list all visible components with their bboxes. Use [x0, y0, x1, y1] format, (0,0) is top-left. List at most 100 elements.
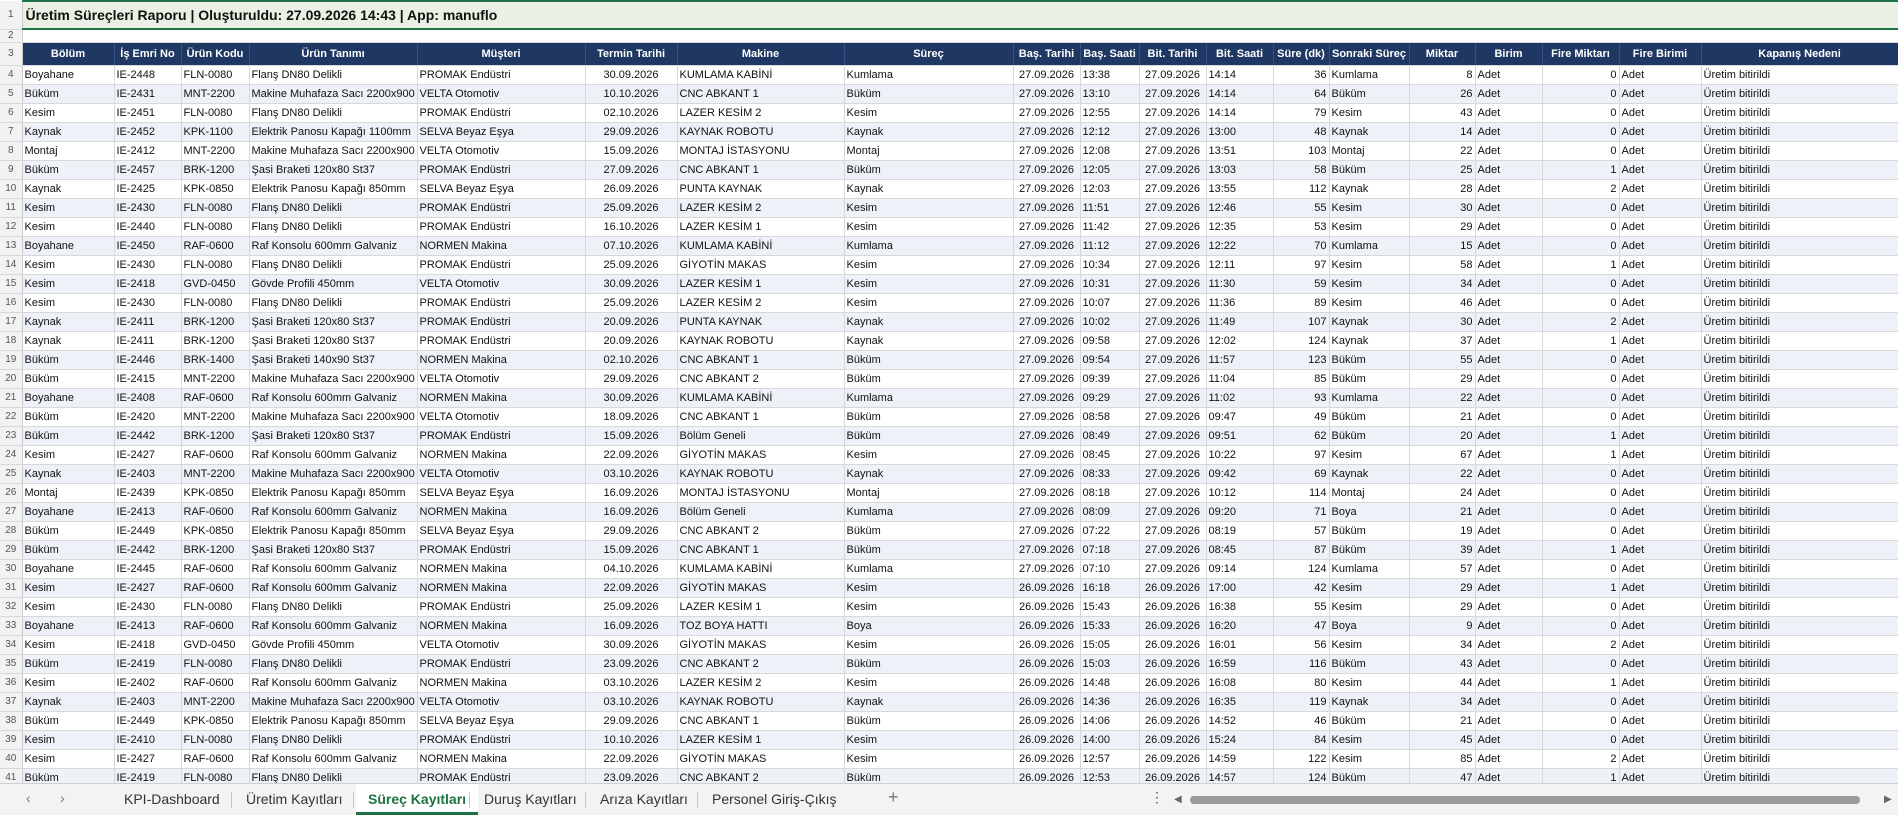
table-cell[interactable]: 20.09.2026	[585, 312, 678, 332]
table-cell[interactable]: Şasi Braketi 120x80 St37	[249, 160, 418, 180]
plus-icon[interactable]: +	[888, 787, 899, 808]
table-cell[interactable]: PROMAK Endüstri	[417, 331, 586, 351]
table-cell[interactable]: 2	[1542, 312, 1620, 332]
table-cell[interactable]: IE-2442	[114, 540, 182, 560]
table-cell[interactable]: IE-2442	[114, 426, 182, 446]
table-cell[interactable]: RAF-0600	[181, 445, 250, 465]
table-cell[interactable]: 103	[1273, 141, 1330, 161]
table-cell[interactable]: IE-2450	[114, 236, 182, 256]
table-cell[interactable]: IE-2403	[114, 464, 182, 484]
table-cell[interactable]: Büküm	[1329, 521, 1410, 541]
table-cell[interactable]: Adet	[1475, 65, 1543, 85]
table-cell[interactable]: Kaynak	[22, 179, 115, 199]
row-number[interactable]: 13	[0, 236, 23, 256]
table-cell[interactable]: Elektrik Panosu Kapağı 850mm	[249, 711, 418, 731]
table-cell[interactable]: 10:02	[1080, 312, 1140, 332]
table-cell[interactable]: Büküm	[22, 654, 115, 674]
table-cell[interactable]: Üretim bitirildi	[1701, 369, 1898, 389]
table-cell[interactable]: FLN-0080	[181, 293, 250, 313]
table-cell[interactable]: Adet	[1619, 65, 1702, 85]
table-cell[interactable]: 27.09.2026	[1139, 445, 1207, 465]
table-cell[interactable]: Kesim	[22, 730, 115, 750]
table-cell[interactable]: 1	[1542, 331, 1620, 351]
table-cell[interactable]: 47	[1409, 768, 1476, 783]
table-cell[interactable]: Kesim	[1329, 255, 1410, 275]
table-cell[interactable]: Büküm	[22, 426, 115, 446]
table-cell[interactable]: Flanş DN80 Delikli	[249, 654, 418, 674]
table-cell[interactable]: GVD-0450	[181, 635, 250, 655]
table-cell[interactable]: 13:55	[1206, 179, 1274, 199]
table-cell[interactable]: Şasi Braketi 120x80 St37	[249, 331, 418, 351]
table-cell[interactable]: Adet	[1619, 236, 1702, 256]
row-number[interactable]: 21	[0, 388, 23, 408]
table-cell[interactable]: LAZER KESİM 2	[677, 103, 845, 123]
table-cell[interactable]: IE-2448	[114, 65, 182, 85]
table-cell[interactable]: Adet	[1619, 426, 1702, 446]
table-cell[interactable]: 13:10	[1080, 84, 1140, 104]
table-cell[interactable]: Adet	[1619, 673, 1702, 693]
table-cell[interactable]: Kumlama	[1329, 236, 1410, 256]
table-cell[interactable]: Kesim	[844, 103, 1014, 123]
table-cell[interactable]: PROMAK Endüstri	[417, 217, 586, 237]
table-cell[interactable]: CNC ABKANT 1	[677, 711, 845, 731]
table-cell[interactable]: 49	[1273, 407, 1330, 427]
table-cell[interactable]: Kumlama	[844, 236, 1014, 256]
table-cell[interactable]: Adet	[1619, 350, 1702, 370]
table-cell[interactable]: IE-2449	[114, 711, 182, 731]
table-cell[interactable]: Üretim bitirildi	[1701, 255, 1898, 275]
table-cell[interactable]: 80	[1273, 673, 1330, 693]
table-cell[interactable]: 2	[1542, 179, 1620, 199]
table-cell[interactable]: 26.09.2026	[585, 179, 678, 199]
table-cell[interactable]: 27.09.2026	[1139, 160, 1207, 180]
row-number[interactable]: 27	[0, 502, 23, 522]
table-cell[interactable]: 55	[1409, 350, 1476, 370]
table-cell[interactable]: 27.09.2026	[1139, 540, 1207, 560]
table-cell[interactable]: Adet	[1475, 160, 1543, 180]
table-cell[interactable]: 27.09.2026	[1013, 369, 1081, 389]
table-cell[interactable]: 64	[1273, 84, 1330, 104]
table-cell[interactable]: 16.10.2026	[585, 217, 678, 237]
table-cell[interactable]: KPK-0850	[181, 483, 250, 503]
table-cell[interactable]: Kesim	[844, 217, 1014, 237]
table-cell[interactable]: Adet	[1619, 483, 1702, 503]
table-cell[interactable]: IE-2411	[114, 331, 182, 351]
table-cell[interactable]: Adet	[1475, 84, 1543, 104]
table-cell[interactable]: Kumlama	[1329, 388, 1410, 408]
table-cell[interactable]: Kesim	[844, 293, 1014, 313]
table-cell[interactable]: VELTA Otomotiv	[417, 141, 586, 161]
column-header[interactable]: Fire Miktarı	[1542, 42, 1620, 66]
table-cell[interactable]: CNC ABKANT 2	[677, 768, 845, 783]
table-cell[interactable]: IE-2430	[114, 255, 182, 275]
table-cell[interactable]: Şasi Braketi 120x80 St37	[249, 312, 418, 332]
table-cell[interactable]: Kesim	[844, 730, 1014, 750]
table-cell[interactable]: 34	[1409, 274, 1476, 294]
table-cell[interactable]: LAZER KESİM 1	[677, 597, 845, 617]
table-cell[interactable]: Kumlama	[1329, 559, 1410, 579]
table-cell[interactable]: Büküm	[1329, 540, 1410, 560]
table-cell[interactable]: 69	[1273, 464, 1330, 484]
table-cell[interactable]: PUNTA KAYNAK	[677, 312, 845, 332]
table-cell[interactable]: 16:35	[1206, 692, 1274, 712]
table-cell[interactable]: 27.09.2026	[1139, 293, 1207, 313]
table-cell[interactable]: 26.09.2026	[1013, 654, 1081, 674]
table-cell[interactable]: RAF-0600	[181, 388, 250, 408]
table-cell[interactable]: FLN-0080	[181, 768, 250, 783]
table-cell[interactable]: 1	[1542, 426, 1620, 446]
column-header[interactable]: Kapanış Nedeni	[1701, 42, 1898, 66]
table-cell[interactable]: Adet	[1475, 255, 1543, 275]
table-cell[interactable]: BRK-1400	[181, 350, 250, 370]
table-cell[interactable]: KAYNAK ROBOTU	[677, 122, 845, 142]
table-cell[interactable]: Adet	[1619, 141, 1702, 161]
table-cell[interactable]: Bölüm Geneli	[677, 502, 845, 522]
table-cell[interactable]: 25	[1409, 160, 1476, 180]
table-cell[interactable]: Makine Muhafaza Sacı 2200x900	[249, 84, 418, 104]
table-cell[interactable]: LAZER KESİM 2	[677, 673, 845, 693]
table-cell[interactable]: 10:22	[1206, 445, 1274, 465]
table-cell[interactable]: Üretim bitirildi	[1701, 673, 1898, 693]
column-header[interactable]: İş Emri No	[114, 42, 182, 66]
table-cell[interactable]: 46	[1273, 711, 1330, 731]
table-cell[interactable]: 1	[1542, 673, 1620, 693]
table-cell[interactable]: NORMEN Makina	[417, 616, 586, 636]
table-cell[interactable]: Boya	[844, 616, 1014, 636]
table-cell[interactable]: 1	[1542, 578, 1620, 598]
